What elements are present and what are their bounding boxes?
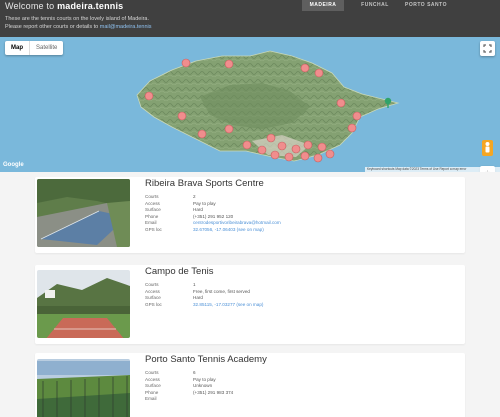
court-marker-icon[interactable] — [177, 111, 187, 121]
court-details: Courts 2 Access Pay to play Surface Hard Ph… — [145, 194, 281, 233]
court-marker-icon[interactable] — [197, 129, 207, 139]
fullscreen-button[interactable] — [480, 41, 495, 56]
court-card: Ribeira Brava Sports Centre Courts 2 Acce… — [35, 177, 465, 253]
court-marker-icon[interactable] — [303, 140, 313, 150]
court-marker-icon[interactable] — [284, 152, 294, 162]
court-marker-icon[interactable] — [266, 133, 276, 143]
court-marker-icon[interactable] — [325, 149, 335, 159]
court-marker-icon[interactable] — [300, 63, 310, 73]
intro-text: These are the tennis courts on the lovel… — [5, 16, 149, 22]
court-marker-icon[interactable] — [181, 58, 191, 68]
map-markers — [144, 58, 392, 163]
detail-row: Email — [145, 396, 157, 401]
nav-tab-funchal[interactable]: FUNCHAL — [352, 0, 398, 11]
detail-row: GPS loc 32.67056, -17.06403 (see on map) — [145, 226, 264, 232]
court-marker-icon[interactable] — [144, 91, 154, 101]
site-brand[interactable]: Welcome to madeira.tennis — [5, 1, 123, 11]
court-marker-icon[interactable] — [224, 124, 234, 134]
court-marker-icon[interactable] — [314, 68, 324, 78]
contact-email-link[interactable]: mail@madeira.tennis — [100, 24, 152, 30]
map-type-satellite-button[interactable]: Satellite — [30, 41, 63, 55]
court-photo — [37, 179, 130, 247]
court-marker-icon[interactable] — [277, 141, 287, 151]
report-prefix: Please report other courts or details to — [5, 24, 100, 30]
google-logo: Google — [3, 162, 24, 168]
court-card: Porto Santo Tennis Academy Courts 6 Acces… — [35, 353, 465, 417]
court-marker-icon[interactable] — [347, 123, 357, 133]
court-photo — [37, 359, 130, 417]
nav-tab-porto-santo[interactable]: PORTO SANTO — [400, 0, 452, 11]
court-marker-icon[interactable] — [336, 98, 346, 108]
street-view-pegman-icon[interactable] — [482, 140, 493, 156]
map-type-map-button[interactable]: Map — [5, 41, 30, 55]
court-marker-icon[interactable] — [300, 151, 310, 161]
map-attribution[interactable]: Keyboard shortcuts Map data ©2023 Terms … — [365, 167, 500, 172]
nav-tab-madeira[interactable]: MADEIRA — [302, 0, 344, 11]
court-name: Campo de Tenis — [145, 266, 214, 277]
report-text: Please report other courts or details to… — [5, 24, 152, 30]
court-details: Courts 6 Access Pay to play Surface Unknown… — [145, 370, 233, 403]
detail-row: GPS loc 32.85115, -17.03277 (see on map) — [145, 301, 264, 307]
location-pin-icon[interactable] — [384, 97, 392, 108]
courts-map[interactable]: Map Satellite + − Google Keyboard shortc… — [0, 37, 500, 172]
court-marker-icon[interactable] — [317, 142, 327, 152]
court-marker-icon[interactable] — [257, 145, 267, 155]
court-name: Porto Santo Tennis Academy — [145, 354, 267, 365]
court-marker-icon[interactable] — [291, 144, 301, 154]
brand-name: madeira.tennis — [57, 1, 124, 11]
map-type-control: Map Satellite — [5, 41, 64, 55]
brand-prefix: Welcome to — [5, 1, 58, 11]
court-photo — [37, 270, 130, 338]
gps-link[interactable]: 32.67056, -17.06403 (see on map) — [193, 227, 264, 232]
court-marker-icon[interactable] — [352, 111, 362, 121]
site-header: Welcome to madeira.tennis These are the … — [0, 0, 500, 37]
court-marker-icon[interactable] — [270, 150, 280, 160]
court-card: Campo de Tenis Courts 1 Access Free, first… — [35, 265, 465, 344]
court-marker-icon[interactable] — [313, 153, 323, 163]
fullscreen-icon — [483, 44, 492, 53]
court-marker-icon[interactable] — [224, 59, 234, 69]
court-details: Courts 1 Access Free, first come, first se… — [145, 282, 263, 308]
gps-link[interactable]: 32.85115, -17.03277 (see on map) — [193, 302, 263, 307]
court-marker-icon[interactable] — [242, 140, 252, 150]
email-link[interactable]: centrodesportivoribeirabrava@hotmail.com — [193, 220, 281, 225]
court-name: Ribeira Brava Sports Centre — [145, 178, 264, 189]
